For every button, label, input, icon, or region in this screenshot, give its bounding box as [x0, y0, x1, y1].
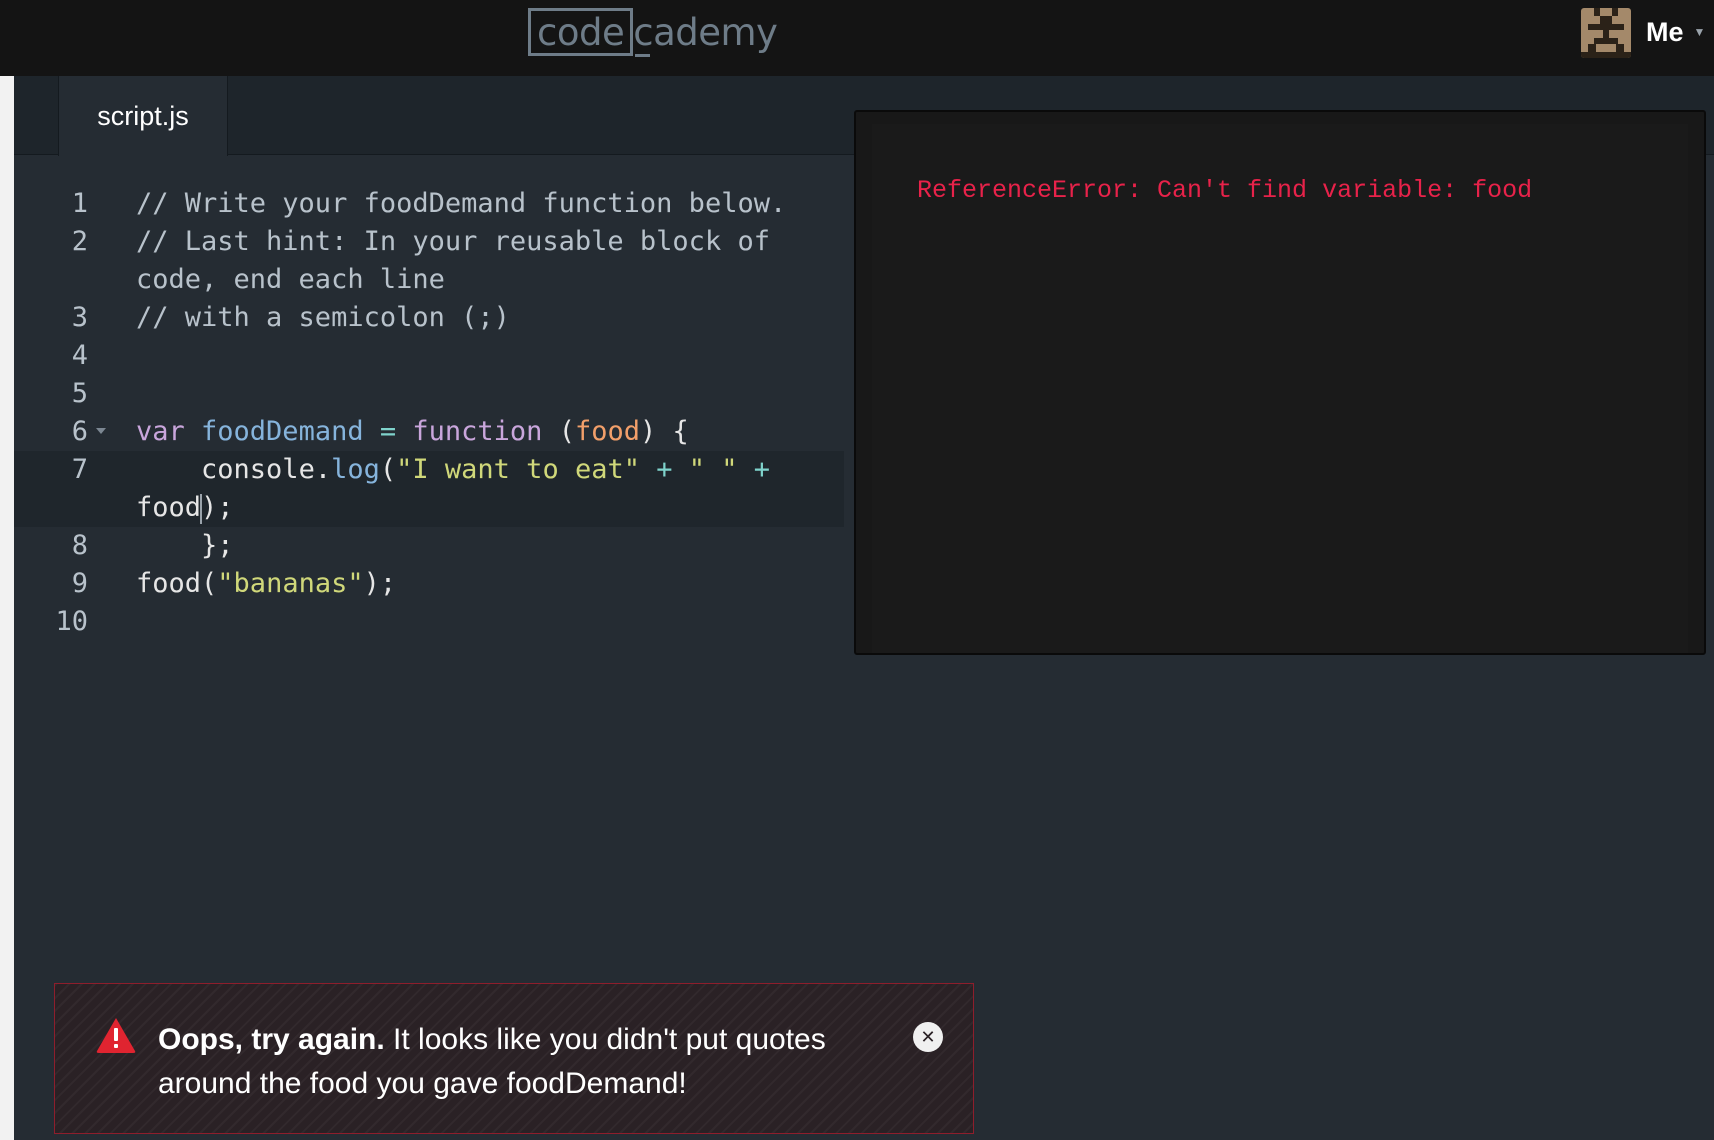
code-token: = — [363, 416, 413, 447]
user-menu[interactable]: Me ▼ — [1646, 14, 1705, 50]
output-panel: ReferenceError: Can't find variable: foo… — [854, 110, 1706, 655]
fold-gutter — [88, 527, 136, 565]
code-token: . — [314, 454, 332, 485]
logo-boxed-text: code — [528, 8, 634, 56]
user-menu-label: Me — [1646, 16, 1684, 47]
line-number: 9 — [71, 568, 88, 599]
code-token: " " — [688, 454, 738, 485]
line-number: 1 — [71, 188, 88, 219]
code-token: ); — [201, 492, 234, 523]
logo-rest-text: cademy — [633, 10, 778, 57]
code-token: food — [136, 568, 202, 599]
fold-gutter — [88, 185, 136, 223]
tab-script-js[interactable]: script.js — [58, 76, 228, 156]
pixel-avatar-icon[interactable] — [1581, 8, 1631, 58]
close-icon[interactable]: ✕ — [913, 1022, 943, 1052]
code-token: ( — [201, 568, 218, 599]
code-token: // Last hint: In your reusable block of … — [136, 226, 787, 295]
code-token: food — [136, 492, 202, 523]
code-token: ); — [363, 568, 397, 599]
fold-gutter[interactable] — [88, 413, 136, 451]
code-token: // Write your foodDemand function below. — [136, 188, 787, 219]
code-line[interactable]: 5 — [14, 375, 844, 413]
code-token: console — [136, 454, 315, 485]
code-token: "I want to eat" — [396, 454, 640, 485]
line-number: 7 — [71, 454, 88, 485]
line-number: 2 — [71, 226, 88, 257]
line-number: 4 — [71, 340, 88, 371]
code-text[interactable]: food("bananas"); — [136, 565, 816, 603]
codecademy-logo[interactable]: code cademy — [528, 6, 778, 58]
fold-gutter — [88, 299, 136, 337]
code-token: // with a semicolon (;) — [136, 302, 510, 333]
code-text[interactable] — [136, 375, 816, 413]
code-token: }; — [136, 530, 234, 561]
code-text[interactable] — [136, 337, 816, 375]
code-line[interactable]: 7 console.log("I want to eat" + " " + fo… — [14, 451, 844, 527]
code-token: ( — [558, 416, 575, 447]
line-number: 8 — [71, 530, 88, 561]
code-token: var — [136, 416, 202, 447]
output-error-text: ReferenceError: Can't find variable: foo… — [917, 176, 1533, 205]
code-text[interactable]: }; — [136, 527, 816, 565]
code-line[interactable]: 8 }; — [14, 527, 844, 565]
code-text[interactable] — [136, 603, 816, 641]
code-line[interactable]: 1 // Write your foodDemand function below… — [14, 185, 844, 223]
chevron-down-icon: ▼ — [1693, 25, 1706, 39]
fold-gutter — [88, 223, 136, 299]
fold-gutter — [88, 375, 136, 413]
fold-gutter — [88, 451, 136, 527]
code-text[interactable]: console.log("I want to eat" + " " + food… — [136, 451, 816, 527]
code-text[interactable]: var foodDemand = function (food) { — [136, 413, 816, 451]
line-number: 6 — [71, 416, 88, 447]
code-token: ( — [379, 454, 397, 485]
code-text[interactable]: // Write your foodDemand function below. — [136, 185, 816, 223]
warning-triangle-icon — [96, 1018, 136, 1053]
code-line[interactable]: 3 // with a semicolon (;) — [14, 299, 844, 337]
line-number: 5 — [71, 378, 88, 409]
code-token: ) { — [639, 416, 689, 447]
line-number: 3 — [71, 302, 88, 333]
code-text[interactable]: // Last hint: In your reusable block of … — [136, 223, 816, 299]
top-navigation-bar: code cademy Me ▼ — [0, 0, 1714, 76]
code-line[interactable]: 2 // Last hint: In your reusable block of… — [14, 223, 844, 299]
code-token: log — [331, 454, 380, 485]
code-line[interactable]: 4 — [14, 337, 844, 375]
fold-gutter — [88, 603, 136, 641]
code-editor[interactable]: 1 // Write your foodDemand function below… — [14, 185, 844, 641]
code-token: foodDemand — [201, 416, 364, 447]
code-text[interactable]: // with a semicolon (;) — [136, 299, 816, 337]
code-line[interactable]: 6 var foodDemand = function (food) { — [14, 413, 844, 451]
code-line[interactable]: 10 — [14, 603, 844, 641]
error-title: Oops, try again. — [158, 1023, 385, 1056]
fold-gutter — [88, 337, 136, 375]
lesson-panel-edge — [0, 76, 14, 1140]
code-token: food — [574, 416, 640, 447]
fold-gutter — [88, 565, 136, 603]
code-token: + — [639, 454, 689, 485]
code-token: + — [737, 454, 787, 485]
code-token: function — [412, 416, 559, 447]
line-number: 10 — [55, 606, 88, 637]
error-banner: Oops, try again. It looks like you didn'… — [54, 983, 974, 1134]
error-message: Oops, try again. It looks like you didn'… — [158, 1018, 878, 1106]
output-console: ReferenceError: Can't find variable: foo… — [872, 124, 1688, 653]
fold-arrow-icon[interactable] — [96, 428, 106, 434]
code-line[interactable]: 9 food("bananas"); — [14, 565, 844, 603]
code-token: "bananas" — [217, 568, 364, 599]
